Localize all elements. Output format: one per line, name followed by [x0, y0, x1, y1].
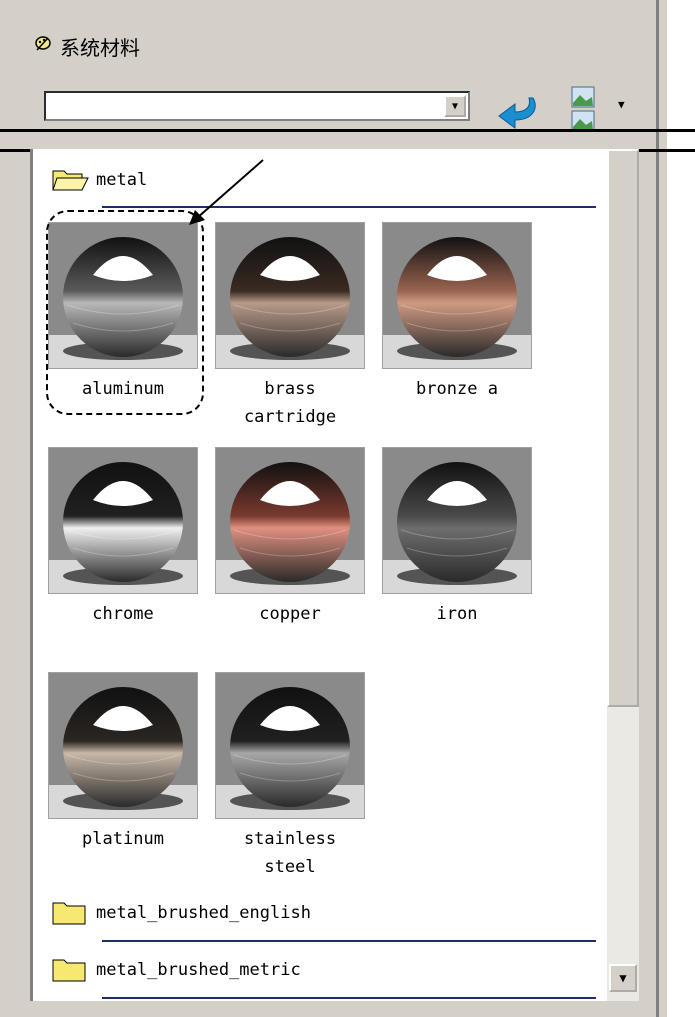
scroll-down-button[interactable]: ▼ [609, 964, 637, 992]
material-palette-icon [35, 36, 51, 51]
selection-outline [46, 210, 204, 415]
material-tile[interactable]: platinum [48, 672, 198, 853]
material-label: platinum [82, 829, 164, 849]
divider-line [0, 129, 695, 132]
material-thumbnail[interactable] [215, 447, 365, 594]
folder-label: metal_brushed_english [96, 903, 311, 923]
material-label: iron [436, 604, 478, 624]
material-tile[interactable]: copper [215, 447, 365, 628]
folder-metal-brushed-metric[interactable]: metal_brushed_metric [52, 957, 301, 983]
material-thumbnail[interactable] [48, 672, 198, 819]
library-combo[interactable]: ▼ [44, 91, 470, 121]
material-thumbnail[interactable] [382, 222, 532, 369]
material-tile[interactable]: bronze a [382, 222, 532, 403]
folder-underline [102, 997, 596, 999]
material-thumbnail[interactable] [215, 672, 365, 819]
folder-open-icon [52, 170, 89, 191]
folder-icon [52, 959, 86, 982]
view-dropdown-icon[interactable]: ▼ [618, 98, 625, 111]
material-tile[interactable]: iron [382, 447, 532, 628]
material-thumbnail[interactable] [48, 447, 198, 594]
folder-label: metal [96, 170, 148, 190]
panel-bottom-border [30, 1001, 642, 1005]
folder-label: metal_brushed_metric [96, 960, 301, 980]
scrollbar-thumb[interactable] [607, 149, 639, 707]
back-arrow-icon[interactable] [493, 92, 541, 132]
panel-border [656, 0, 659, 1017]
material-tile[interactable]: chrome [48, 447, 198, 628]
folder-metal[interactable]: metal [52, 168, 147, 192]
material-tile[interactable]: stainless steel [215, 672, 365, 881]
folder-underline [102, 206, 596, 208]
callout-arrow [189, 159, 264, 225]
material-thumbnail[interactable] [382, 447, 532, 594]
folder-underline [102, 940, 596, 942]
material-label: stainless steel [243, 829, 337, 877]
material-label: chrome [92, 604, 154, 624]
material-thumbnail[interactable] [215, 222, 365, 369]
material-label: bronze a [416, 379, 498, 399]
folder-icon [52, 902, 86, 925]
combo-dropdown-button[interactable]: ▼ [444, 95, 466, 117]
material-label: brass cartridge [243, 379, 337, 427]
material-label: copper [259, 604, 321, 624]
library-title: 系统材料 [60, 36, 140, 60]
material-tile[interactable]: brass cartridge [215, 222, 365, 431]
view-mode-icon[interactable] [570, 85, 614, 135]
folder-metal-brushed-english[interactable]: metal_brushed_english [52, 900, 311, 926]
